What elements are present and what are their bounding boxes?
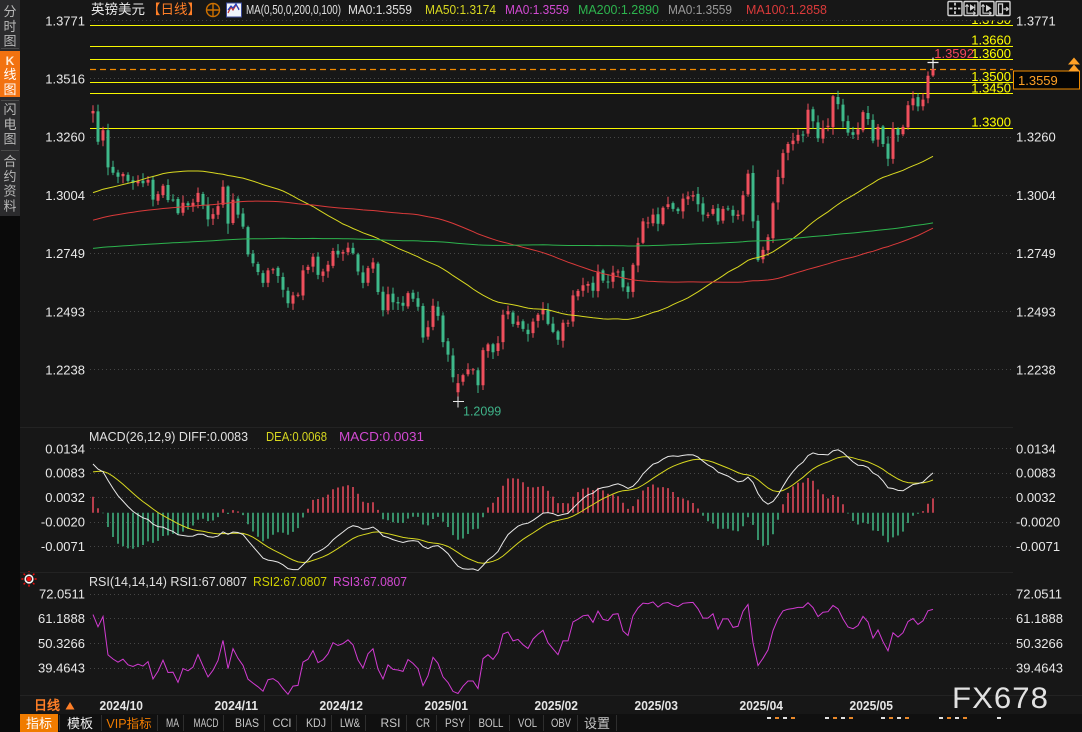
svg-text:1.2238: 1.2238 [45, 362, 85, 377]
svg-text:时: 时 [3, 19, 16, 34]
svg-text:50.3266: 50.3266 [38, 636, 85, 651]
svg-text:图: 图 [3, 34, 16, 49]
svg-text:72.0511: 72.0511 [39, 587, 85, 602]
svg-text:1.3771: 1.3771 [1016, 13, 1056, 28]
svg-text:2025/01: 2025/01 [425, 698, 469, 713]
svg-text:RSI2:67.0807: RSI2:67.0807 [253, 574, 327, 589]
svg-text:2024/11: 2024/11 [215, 698, 259, 713]
svg-text:RSI3:67.0807: RSI3:67.0807 [333, 574, 407, 589]
svg-text:RSI: RSI [381, 718, 401, 730]
svg-text:电: 电 [3, 117, 16, 132]
svg-text:1.3516: 1.3516 [45, 71, 85, 86]
svg-text:资: 资 [3, 184, 16, 199]
svg-text:FX678: FX678 [952, 682, 1049, 715]
svg-text:0.0083: 0.0083 [45, 466, 85, 481]
svg-text:VIP指标: VIP指标 [106, 716, 151, 731]
svg-text:英镑美元: 英镑美元 [91, 1, 145, 17]
svg-text:MA: MA [166, 718, 179, 730]
svg-text:1.2238: 1.2238 [1016, 362, 1056, 377]
svg-text:1.3004: 1.3004 [45, 188, 85, 203]
svg-text:日线: 日线 [34, 698, 60, 713]
svg-text:2025/03: 2025/03 [635, 698, 679, 713]
svg-text:2025/02: 2025/02 [535, 698, 579, 713]
svg-text:1.3592: 1.3592 [934, 46, 974, 61]
svg-text:2024/10: 2024/10 [100, 698, 144, 713]
svg-text:BIAS: BIAS [235, 718, 259, 730]
svg-text:VOL: VOL [518, 718, 537, 730]
svg-text:PSY: PSY [445, 718, 465, 730]
svg-text:0.0134: 0.0134 [45, 441, 85, 456]
svg-text:1.3559: 1.3559 [1018, 73, 1058, 88]
svg-text:1.3771: 1.3771 [45, 13, 85, 28]
svg-text:0.0083: 0.0083 [1016, 466, 1056, 481]
svg-text:料: 料 [3, 198, 16, 213]
svg-text:0.0134: 0.0134 [1016, 441, 1056, 456]
svg-text:MA0:1.3559: MA0:1.3559 [668, 2, 732, 17]
svg-text:约: 约 [3, 169, 16, 184]
svg-text:2025/04: 2025/04 [740, 698, 784, 713]
svg-text:0.0032: 0.0032 [45, 490, 85, 505]
svg-text:39.4643: 39.4643 [38, 661, 85, 676]
svg-text:模板: 模板 [67, 716, 93, 731]
svg-text:50.3266: 50.3266 [1016, 636, 1063, 651]
svg-text:KDJ: KDJ [306, 718, 326, 730]
svg-text:【日线】: 【日线】 [147, 2, 201, 17]
svg-text:OBV: OBV [551, 718, 571, 730]
svg-text:1.3260: 1.3260 [45, 130, 85, 145]
svg-text:MA0:1.3559: MA0:1.3559 [505, 2, 569, 17]
svg-text:1.2493: 1.2493 [45, 304, 85, 319]
svg-text:61.1888: 61.1888 [1016, 611, 1063, 626]
svg-text:2024/12: 2024/12 [320, 698, 364, 713]
svg-text:RSI(14,14,14) RSI1:67.0807: RSI(14,14,14) RSI1:67.0807 [89, 574, 247, 589]
svg-text:MA(0,50,0,200,0,100): MA(0,50,0,200,0,100) [246, 2, 341, 17]
svg-text:MA0:1.3559: MA0:1.3559 [348, 2, 412, 17]
svg-text:1.2749: 1.2749 [1016, 246, 1056, 261]
svg-text:CR: CR [416, 718, 430, 730]
svg-text:线: 线 [3, 67, 16, 82]
svg-text:合: 合 [3, 154, 16, 169]
svg-text:BOLL: BOLL [479, 718, 505, 730]
svg-text:61.1888: 61.1888 [38, 611, 85, 626]
svg-text:MACD(26,12,9) DIFF:0.0083: MACD(26,12,9) DIFF:0.0083 [89, 429, 248, 444]
svg-text:设置: 设置 [584, 716, 610, 731]
svg-text:图: 图 [3, 132, 16, 147]
svg-text:闪: 闪 [3, 102, 16, 117]
svg-text:LW&: LW& [340, 718, 360, 730]
svg-text:MA200:1.2890: MA200:1.2890 [578, 2, 659, 17]
svg-text:MA50:1.3174: MA50:1.3174 [425, 2, 496, 17]
svg-text:1.3300: 1.3300 [971, 115, 1011, 130]
svg-text:2025/05: 2025/05 [850, 698, 894, 713]
svg-text:72.0511: 72.0511 [1016, 587, 1062, 602]
svg-text:MACD:0.0031: MACD:0.0031 [339, 429, 424, 444]
svg-text:1.3600: 1.3600 [971, 46, 1011, 61]
svg-text:分: 分 [3, 4, 16, 19]
svg-text:图: 图 [3, 82, 16, 97]
svg-text:MACD: MACD [194, 718, 219, 730]
svg-text:-0.0020: -0.0020 [41, 515, 85, 530]
svg-text:1.3450: 1.3450 [971, 80, 1011, 95]
svg-text:-0.0071: -0.0071 [1016, 539, 1060, 554]
svg-text:MA100:1.2858: MA100:1.2858 [746, 2, 827, 17]
svg-text:-0.0020: -0.0020 [1016, 515, 1060, 530]
svg-text:指标: 指标 [26, 716, 52, 731]
svg-text:-0.0071: -0.0071 [41, 539, 85, 554]
svg-text:39.4643: 39.4643 [1016, 661, 1063, 676]
svg-text:1.2749: 1.2749 [45, 246, 85, 261]
svg-text:0.0032: 0.0032 [1016, 490, 1056, 505]
svg-text:1.2493: 1.2493 [1016, 304, 1056, 319]
svg-text:DEA:0.0068: DEA:0.0068 [266, 429, 327, 444]
svg-text:1.3004: 1.3004 [1016, 188, 1056, 203]
svg-text:CCI: CCI [273, 718, 292, 730]
svg-text:K: K [6, 54, 15, 68]
svg-text:1.3260: 1.3260 [1016, 130, 1056, 145]
svg-text:1.2099: 1.2099 [463, 405, 501, 419]
